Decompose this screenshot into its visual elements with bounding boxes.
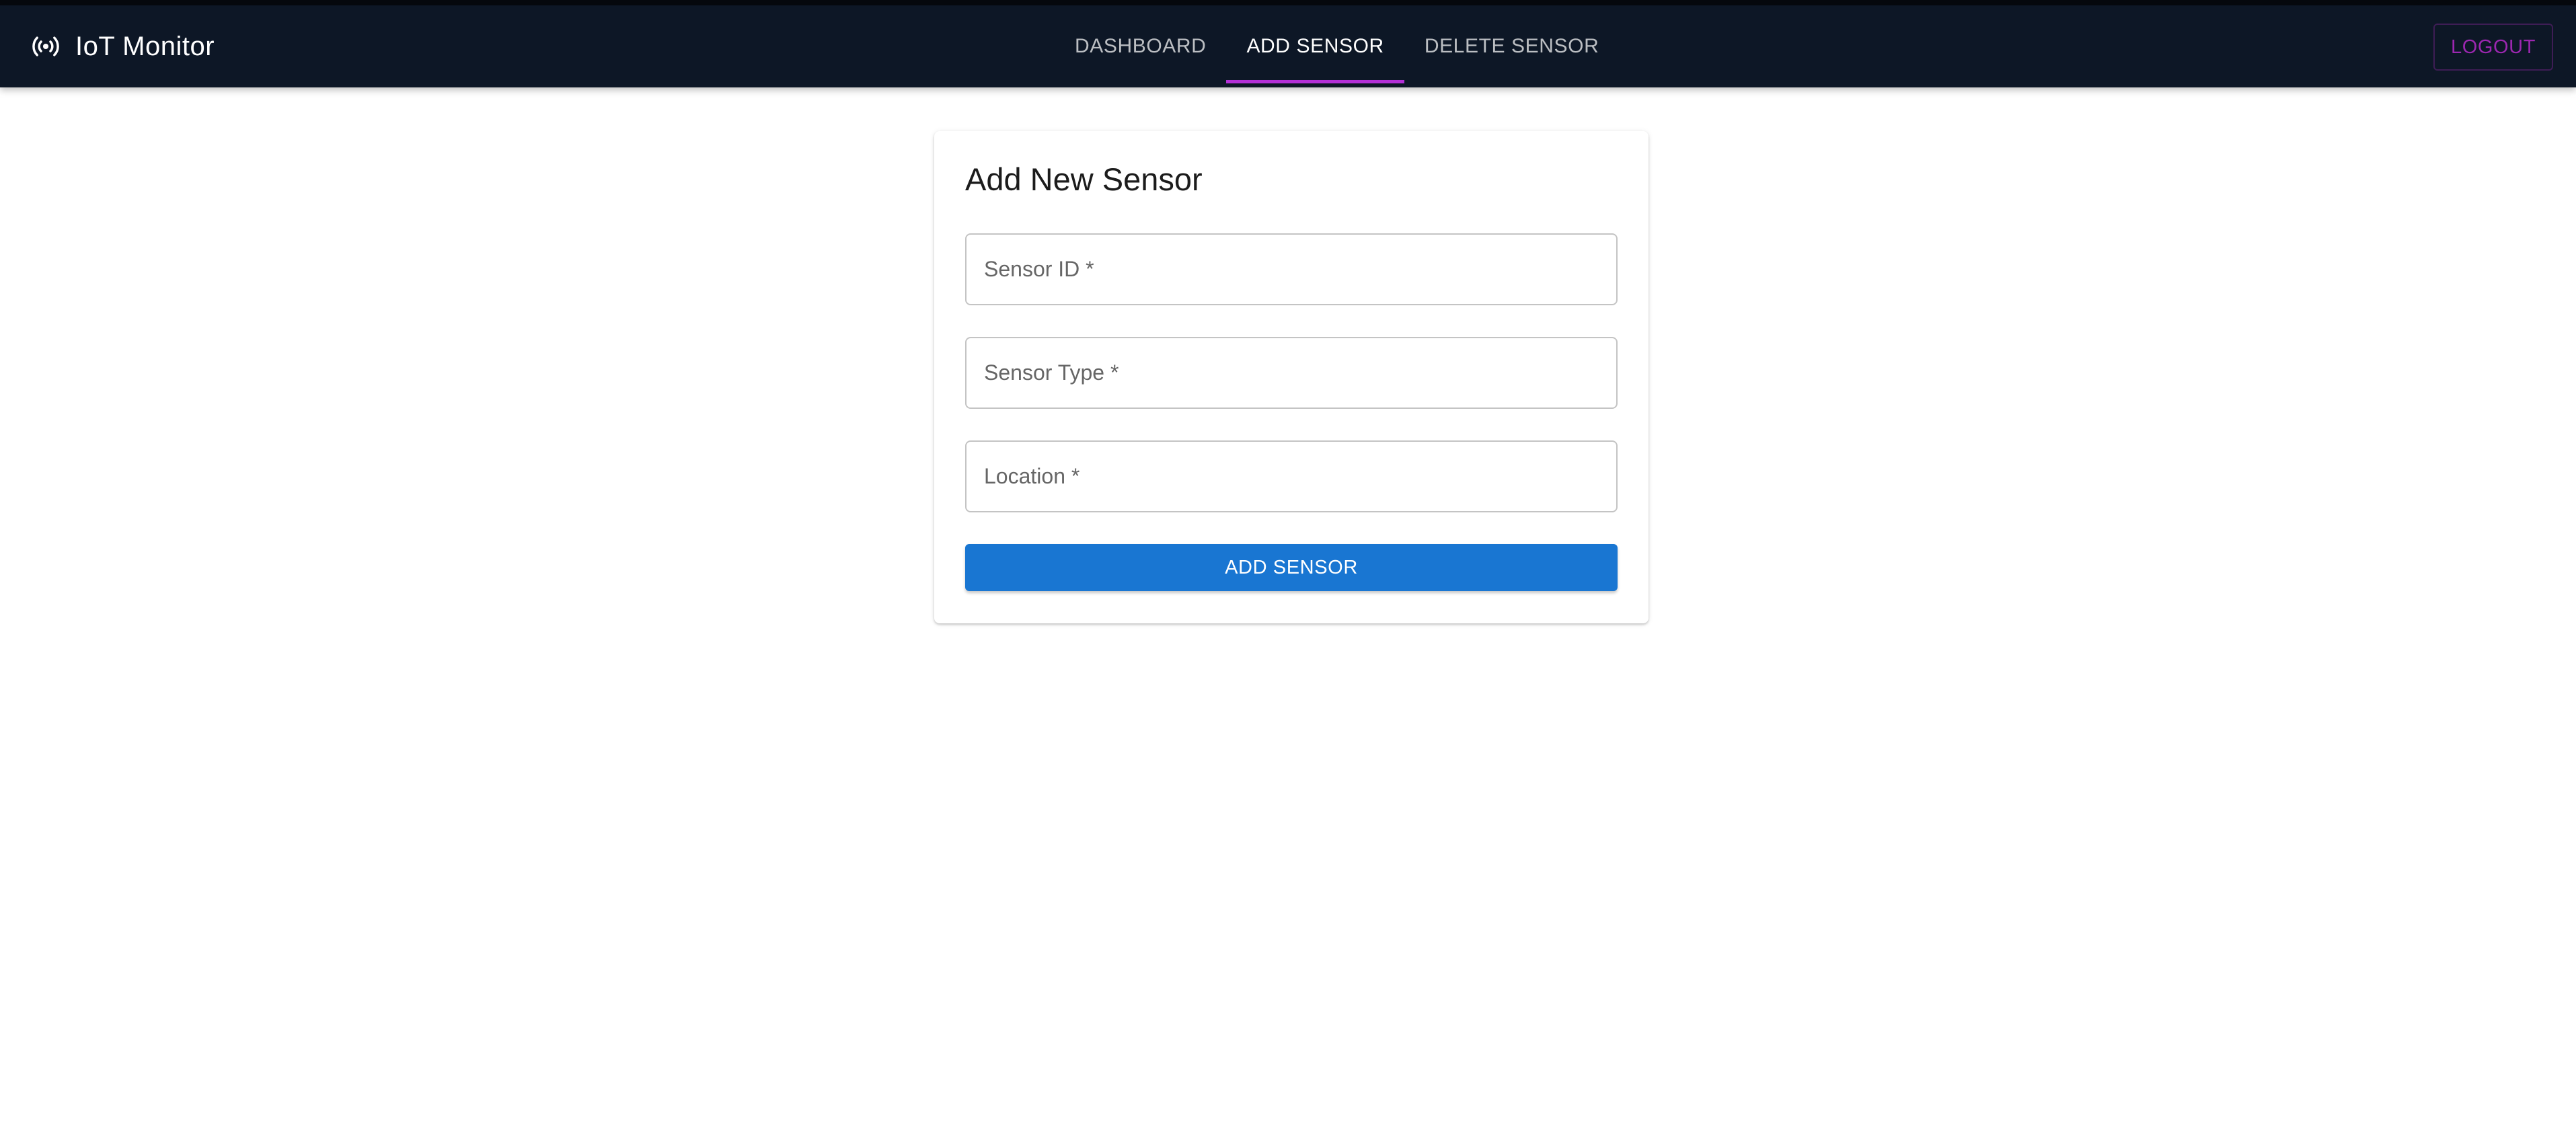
tab-dashboard[interactable]: DASHBOARD [1055,5,1226,87]
location-input[interactable] [967,442,1616,511]
brand: IoT Monitor [31,5,215,87]
sensor-id-field [965,233,1618,305]
main-nav: DASHBOARD ADD SENSOR DELETE SENSOR [1055,5,1619,87]
sensor-id-input[interactable] [967,235,1616,304]
form-title: Add New Sensor [965,161,1203,197]
add-sensor-card: Add New Sensor ADD SENSOR [934,131,1649,623]
sensor-type-field [965,337,1618,409]
tab-delete-sensor[interactable]: DELETE SENSOR [1404,5,1620,87]
sensor-type-input[interactable] [967,338,1616,407]
app-title: IoT Monitor [75,31,215,61]
add-sensor-button[interactable]: ADD SENSOR [965,544,1618,591]
broadcast-icon [31,32,61,61]
tab-add-sensor[interactable]: ADD SENSOR [1226,5,1405,87]
location-field [965,440,1618,512]
top-app-bar: IoT Monitor DASHBOARD ADD SENSOR DELETE … [0,0,2576,87]
logout-button[interactable]: LOGOUT [2433,24,2553,71]
